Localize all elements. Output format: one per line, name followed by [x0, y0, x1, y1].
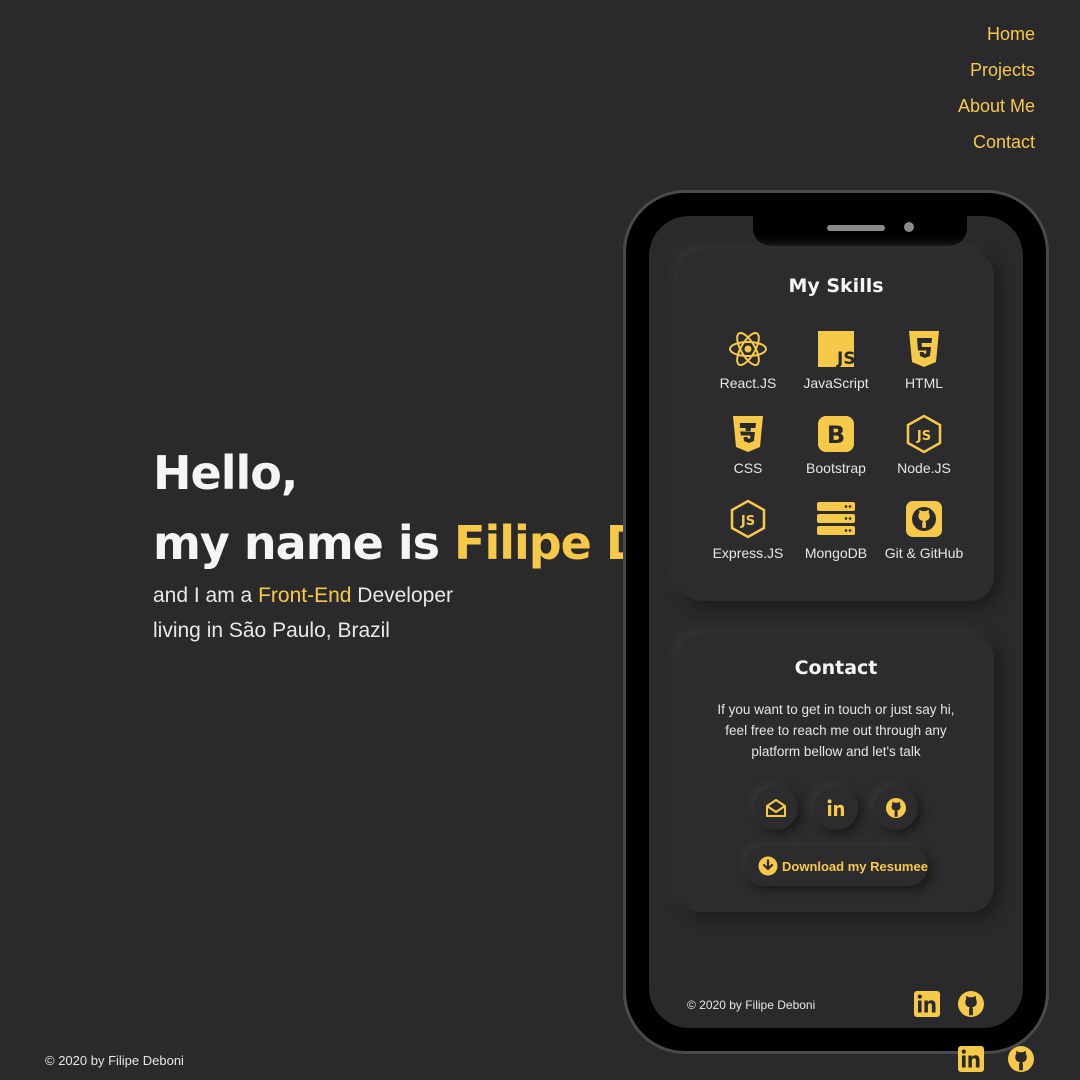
github-icon [906, 501, 942, 537]
phone-screen: My Skills React.JS JS JavaScript HTML CS… [649, 216, 1023, 1028]
phone-footer-copyright: © 2020 by Filipe Deboni [687, 998, 816, 1012]
hero-section: Hello, my name is Filipe Deboni and I am… [153, 438, 628, 648]
react-icon [729, 332, 767, 366]
svg-text:B: B [827, 421, 845, 449]
hero-greeting: Hello, [153, 446, 298, 500]
skill-nodejs: JS Node.JS [880, 414, 968, 499]
svg-text:JS: JS [836, 349, 856, 369]
skills-grid: React.JS JS JavaScript HTML CSS B Bootst… [704, 329, 968, 584]
download-resume-label: Download my Resumee [782, 858, 928, 874]
nav-contact-link[interactable]: Contact [958, 124, 1035, 160]
page-footer-social [957, 1045, 1035, 1073]
skill-react: React.JS [704, 329, 792, 414]
html5-icon [909, 331, 939, 367]
hero-location-line: living in São Paulo, Brazil [153, 619, 390, 642]
nav-home-link[interactable]: Home [958, 16, 1035, 52]
linkedin-icon [827, 799, 844, 816]
contact-title: Contact [794, 657, 878, 679]
skill-javascript: JS JavaScript [792, 329, 880, 414]
download-icon [758, 856, 778, 876]
skill-label: CSS [733, 460, 763, 476]
linkedin-icon[interactable] [957, 1045, 985, 1073]
skill-label: React.JS [719, 375, 777, 391]
bootstrap-icon: B [818, 416, 854, 452]
github-button[interactable] [874, 786, 918, 830]
phone-mockup: My Skills React.JS JS JavaScript HTML CS… [623, 190, 1049, 1054]
github-icon [886, 798, 906, 818]
linkedin-icon[interactable] [913, 990, 941, 1018]
hero-role-prefix: and I am a [153, 584, 259, 607]
hero-role-accent: Front-End [258, 584, 352, 607]
email-button[interactable] [754, 786, 798, 830]
skills-card: My Skills React.JS JS JavaScript HTML CS… [678, 251, 994, 601]
skill-label: MongoDB [804, 545, 868, 561]
page-footer-copyright: © 2020 by Filipe Deboni [45, 1053, 184, 1068]
contact-card: Contact If you want to get in touch or j… [678, 634, 994, 912]
download-resume-button[interactable]: Download my Resumee [744, 846, 928, 886]
server-icon [817, 502, 855, 535]
css3-icon [733, 416, 763, 452]
skill-label: Bootstrap [806, 460, 866, 476]
github-icon[interactable] [1007, 1045, 1035, 1073]
hero-name-prefix: my name is [153, 516, 455, 570]
nodejs-icon: JS [906, 414, 942, 454]
skill-label: Express.JS [712, 545, 784, 561]
hero-role-line: and I am a Front-End Developer [153, 578, 628, 613]
nav-projects-link[interactable]: Projects [958, 52, 1035, 88]
skill-mongodb: MongoDB [792, 499, 880, 584]
skill-bootstrap: B Bootstrap [792, 414, 880, 499]
phone-camera [904, 222, 914, 232]
linkedin-button[interactable] [814, 786, 858, 830]
hero-name-line: my name is Filipe Deboni [153, 508, 628, 578]
javascript-icon: JS [818, 331, 856, 369]
top-nav: Home Projects About Me Contact [958, 16, 1035, 160]
skill-express: JS Express.JS [704, 499, 792, 584]
skill-label: JavaScript [803, 375, 869, 391]
phone-notch [753, 216, 967, 246]
skill-label: Git & GitHub [884, 545, 964, 561]
nodejs-icon: JS [730, 499, 766, 539]
skill-label: HTML [904, 375, 944, 391]
contact-text: If you want to get in touch or just say … [717, 702, 955, 759]
skills-title: My Skills [788, 275, 884, 297]
skill-html: HTML [880, 329, 968, 414]
phone-footer-social [913, 990, 985, 1018]
nav-about-link[interactable]: About Me [958, 88, 1035, 124]
skill-css: CSS [704, 414, 792, 499]
email-icon [766, 799, 786, 817]
skill-git: Git & GitHub [880, 499, 968, 584]
phone-speaker [827, 225, 885, 231]
hero-role-suffix: Developer [351, 584, 453, 607]
github-icon[interactable] [957, 990, 985, 1018]
contact-social-row [678, 786, 994, 830]
hero-name: Filipe Deboni [454, 516, 628, 570]
svg-text:JS: JS [740, 514, 755, 529]
skill-label: Node.JS [897, 460, 951, 476]
svg-text:JS: JS [916, 429, 931, 444]
page: Home Projects About Me Contact Hello, my… [0, 0, 1080, 1080]
